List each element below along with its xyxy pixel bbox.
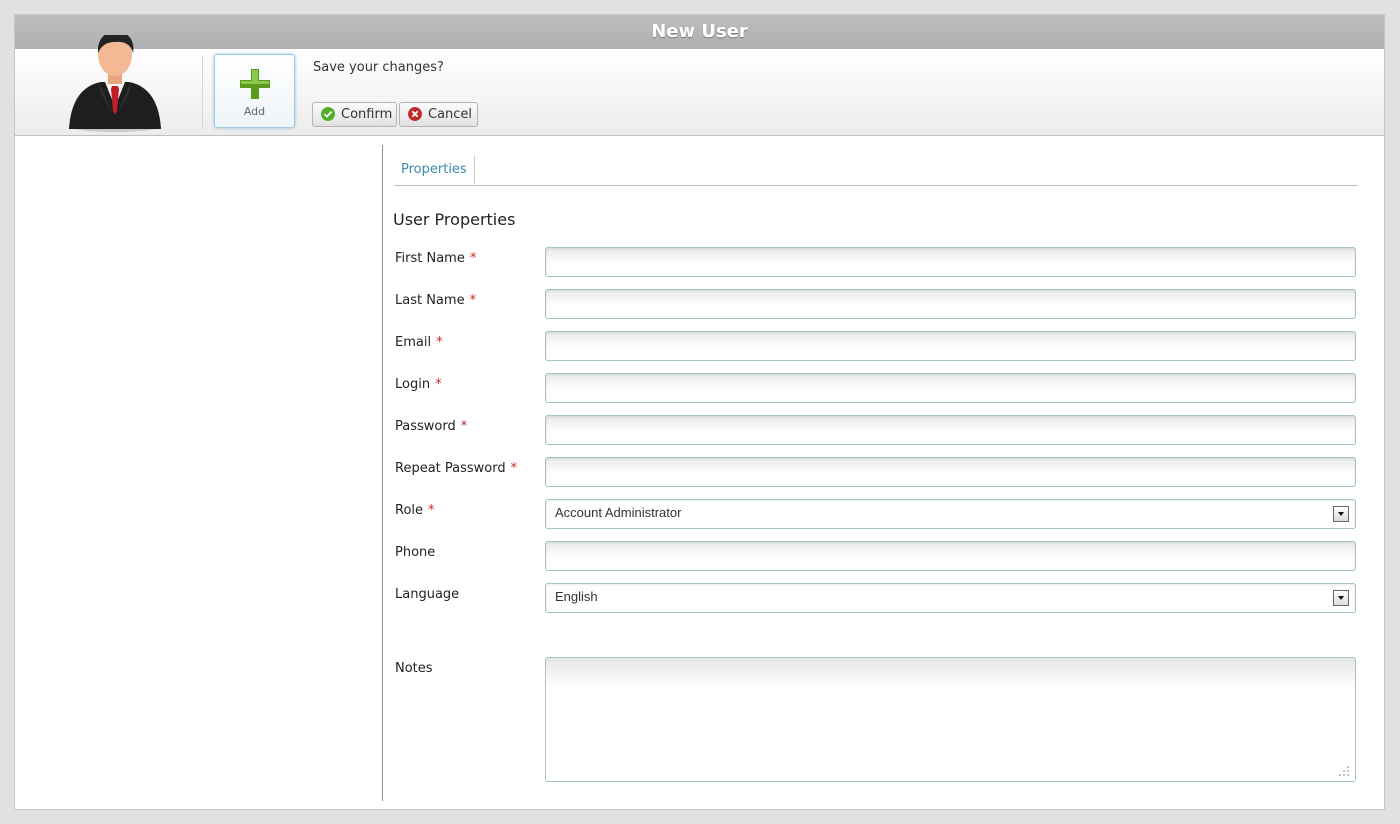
email-input[interactable]: [545, 331, 1356, 361]
required-marker: *: [469, 293, 477, 308]
login-row: Login *: [395, 373, 1357, 403]
close-icon: [408, 107, 422, 121]
cancel-label: Cancel: [428, 107, 473, 122]
language-select[interactable]: [545, 583, 1356, 613]
phone-input[interactable]: [545, 541, 1356, 571]
toolbar-separator: [202, 55, 203, 129]
last-name-row: Last Name *: [395, 289, 1357, 319]
required-marker: *: [435, 377, 442, 392]
password-label: Password *: [395, 419, 468, 434]
panel-divider[interactable]: [382, 145, 383, 801]
first-name-input[interactable]: [545, 247, 1356, 277]
confirm-button[interactable]: Confirm: [312, 102, 397, 127]
last-name-input[interactable]: [545, 289, 1356, 319]
add-button-label: Add: [243, 105, 266, 118]
password-input[interactable]: [545, 415, 1356, 445]
language-row: Language English: [395, 583, 1357, 613]
role-label: Role *: [395, 503, 435, 518]
cancel-button[interactable]: Cancel: [399, 102, 478, 127]
notes-textarea[interactable]: [545, 657, 1356, 782]
phone-label: Phone: [395, 545, 436, 560]
required-marker: *: [460, 419, 468, 434]
login-input[interactable]: [545, 373, 1356, 403]
notes-label: Notes: [395, 661, 433, 676]
repeat-password-row: Repeat Password *: [395, 457, 1357, 487]
language-label: Language: [395, 587, 460, 602]
checkmark-icon: [321, 107, 335, 121]
plus-icon: [240, 69, 270, 99]
tab-bar: Properties: [394, 156, 1358, 186]
required-marker: *: [428, 503, 435, 518]
toolbar: Add Save your changes? Confirm Cancel: [15, 35, 1384, 136]
confirm-label: Confirm: [341, 107, 393, 122]
section-title: User Properties: [393, 210, 516, 229]
login-label: Login *: [395, 377, 442, 392]
email-row: Email *: [395, 331, 1357, 361]
user-avatar-icon: [69, 35, 161, 132]
add-button[interactable]: Add: [214, 54, 295, 128]
first-name-row: First Name *: [395, 247, 1357, 277]
required-marker: *: [469, 251, 477, 266]
email-label: Email *: [395, 335, 443, 350]
required-marker: *: [510, 461, 518, 476]
window-title: New User: [15, 15, 1384, 49]
phone-row: Phone: [395, 541, 1357, 571]
repeat-password-input[interactable]: [545, 457, 1356, 487]
repeat-password-label: Repeat Password *: [395, 461, 518, 476]
required-marker: *: [436, 335, 443, 350]
new-user-window: New User Add Save your changes? Confirm …: [14, 14, 1385, 810]
first-name-label: First Name *: [395, 251, 477, 266]
role-row: Role * Account Administrator: [395, 499, 1357, 529]
save-prompt: Save your changes?: [313, 60, 444, 75]
last-name-label: Last Name *: [395, 293, 477, 308]
password-row: Password *: [395, 415, 1357, 445]
notes-row: Notes: [395, 657, 1357, 782]
tab-properties[interactable]: Properties: [394, 156, 475, 184]
role-select[interactable]: [545, 499, 1356, 529]
resize-grip-icon[interactable]: [1338, 765, 1350, 777]
